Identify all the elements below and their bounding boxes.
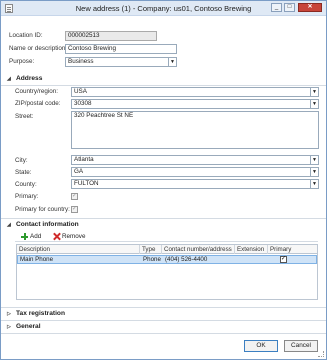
purpose-value: Business bbox=[68, 58, 94, 65]
primary-checkbox[interactable]: ✓ bbox=[71, 193, 78, 200]
collapse-triangle-icon: ◢ bbox=[7, 76, 11, 82]
city-label: City: bbox=[15, 157, 28, 164]
expand-triangle-icon: ▷ bbox=[7, 324, 11, 330]
column-contact[interactable]: Contact number/address bbox=[162, 245, 235, 254]
cell-contact[interactable]: (404) 526-4400 bbox=[163, 256, 236, 265]
zip-label: ZIP/postal code: bbox=[15, 100, 61, 107]
cell-description[interactable]: Main Phone bbox=[18, 256, 141, 265]
state-field[interactable]: GA ▼ bbox=[71, 167, 319, 177]
street-label: Street: bbox=[15, 113, 34, 120]
title-bar[interactable]: New address (1) - Company: us01, Contoso… bbox=[1, 1, 326, 16]
state-value: GA bbox=[74, 168, 84, 175]
county-value: FULTON bbox=[74, 180, 99, 187]
resize-grip-icon[interactable] bbox=[318, 351, 324, 357]
column-description[interactable]: Description bbox=[17, 245, 140, 254]
chevron-down-icon[interactable]: ▼ bbox=[310, 168, 318, 176]
chevron-down-icon[interactable]: ▼ bbox=[310, 100, 318, 108]
location-id-label: Location ID: bbox=[9, 32, 43, 39]
address-section-header[interactable]: ◢ Address bbox=[1, 74, 326, 85]
primary-for-country-checkbox[interactable]: ✓ bbox=[71, 206, 78, 213]
county-label: County: bbox=[15, 181, 37, 188]
close-button[interactable]: ✕ bbox=[298, 3, 322, 12]
chevron-down-icon[interactable]: ▼ bbox=[310, 88, 318, 96]
county-field[interactable]: FULTON ▼ bbox=[71, 179, 319, 189]
collapse-triangle-icon: ◢ bbox=[7, 222, 11, 228]
zip-field[interactable]: 30308 ▼ bbox=[71, 99, 319, 109]
divider bbox=[1, 307, 326, 308]
primary-country-label: Primary for country: bbox=[15, 206, 70, 213]
general-title: General bbox=[16, 323, 41, 330]
country-value: USA bbox=[74, 88, 87, 95]
cell-primary-checkbox[interactable]: ✓ bbox=[280, 256, 287, 263]
location-id-field[interactable]: 000002513 bbox=[65, 31, 157, 41]
ok-button[interactable]: OK bbox=[244, 340, 278, 352]
minimize-button[interactable]: _ bbox=[271, 3, 282, 12]
contact-toolbar: Add Remove bbox=[15, 232, 318, 242]
city-field[interactable]: Atlanta ▼ bbox=[71, 155, 319, 165]
chevron-down-icon[interactable]: ▼ bbox=[310, 156, 318, 164]
grid-header: Description Type Contact number/address … bbox=[17, 245, 317, 254]
purpose-label: Purpose: bbox=[9, 58, 35, 65]
add-icon bbox=[21, 232, 28, 240]
contact-section-title: Contact information bbox=[16, 221, 79, 228]
column-type[interactable]: Type bbox=[140, 245, 162, 254]
add-label: Add bbox=[30, 233, 42, 240]
primary-label: Primary: bbox=[15, 193, 39, 200]
tax-registration-section-header[interactable]: ▷ Tax registration bbox=[1, 309, 326, 320]
remove-icon bbox=[53, 233, 60, 240]
cancel-button[interactable]: Cancel bbox=[284, 340, 318, 352]
name-label: Name or description: bbox=[9, 45, 68, 52]
remove-label: Remove bbox=[62, 233, 86, 240]
street-field[interactable]: 320 Peachtree St NE bbox=[71, 111, 319, 149]
chevron-down-icon[interactable]: ▼ bbox=[168, 58, 176, 66]
dialog-window: New address (1) - Company: us01, Contoso… bbox=[0, 0, 327, 360]
divider bbox=[1, 333, 326, 334]
expand-triangle-icon: ▷ bbox=[7, 311, 11, 317]
state-label: State: bbox=[15, 169, 32, 176]
divider bbox=[1, 85, 326, 86]
contact-grid: Description Type Contact number/address … bbox=[16, 244, 318, 300]
purpose-field[interactable]: Business ▼ bbox=[65, 57, 177, 67]
chevron-down-icon[interactable]: ▼ bbox=[310, 180, 318, 188]
add-button[interactable]: Add bbox=[21, 232, 41, 241]
general-section-header[interactable]: ▷ General bbox=[1, 322, 326, 333]
table-row[interactable]: Main Phone Phone (404) 526-4400 ✓ bbox=[17, 255, 317, 264]
city-value: Atlanta bbox=[74, 156, 94, 163]
cell-extension[interactable] bbox=[236, 256, 269, 265]
zip-value: 30308 bbox=[74, 100, 92, 107]
tax-registration-title: Tax registration bbox=[16, 310, 65, 317]
column-extension[interactable]: Extension bbox=[235, 245, 268, 254]
contact-section-header[interactable]: ◢ Contact information bbox=[1, 220, 326, 231]
cell-type[interactable]: Phone bbox=[141, 256, 163, 265]
divider bbox=[1, 320, 326, 321]
remove-button[interactable]: Remove bbox=[53, 232, 85, 241]
name-field[interactable]: Contoso Brewing bbox=[65, 44, 177, 54]
country-label: Country/region: bbox=[15, 88, 59, 95]
column-primary[interactable]: Primary bbox=[268, 245, 317, 254]
divider bbox=[1, 218, 326, 219]
maximize-button[interactable]: □ bbox=[284, 3, 295, 12]
country-field[interactable]: USA ▼ bbox=[71, 87, 319, 97]
address-section-title: Address bbox=[16, 75, 43, 82]
